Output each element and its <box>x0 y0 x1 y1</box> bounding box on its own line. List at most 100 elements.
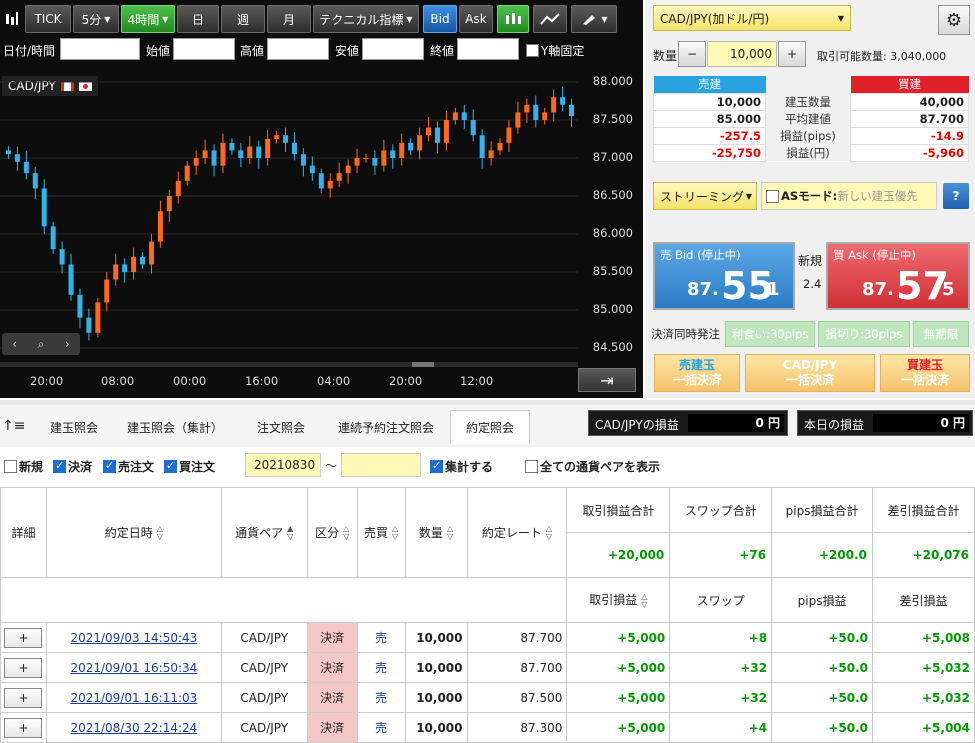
date-link[interactable]: 2021/08/30 22:14:24 <box>70 721 197 735</box>
sort-icon[interactable]: ▲ ▽ <box>287 525 293 541</box>
yaxis-fix-toggle[interactable]: Y軸固定 <box>526 42 584 59</box>
filter-all-pairs-checkbox[interactable] <box>525 460 538 473</box>
expand-button[interactable]: + <box>4 627 43 648</box>
chevron-right-icon[interactable]: › <box>65 337 70 351</box>
week-button[interactable]: 週 <box>221 5 265 33</box>
settings-gear-icon[interactable]: ⚙ <box>938 5 970 35</box>
tab-1[interactable]: 建玉照会 <box>36 410 112 444</box>
filter-settle-checkbox[interactable] <box>53 459 66 473</box>
col-pair[interactable]: 通貨ペア ▲ ▽ <box>220 487 308 578</box>
sort-icon[interactable]: △ ▽ <box>641 592 647 609</box>
help-icon[interactable]: ? <box>943 183 969 209</box>
sum-pips-value: +200.0 <box>771 532 874 578</box>
candle-icon[interactable] <box>2 5 22 33</box>
zoom-icon[interactable]: ⌕ <box>38 337 45 352</box>
filter-sell[interactable]: 売注文 <box>103 458 154 475</box>
date-to-input[interactable] <box>341 453 421 477</box>
filter-all-pairs[interactable]: 全ての通貨ペアを表示 <box>525 458 660 475</box>
qty-input[interactable]: 10,000 <box>707 41 777 67</box>
filter-new[interactable]: 新規 <box>4 458 43 475</box>
unlimited-button[interactable]: 無期限 <box>913 321 969 347</box>
candlestick-icon[interactable] <box>497 5 529 33</box>
chart-scrollbar[interactable] <box>0 362 578 367</box>
pair-pl-value: 0 円 <box>688 414 784 432</box>
candle <box>220 133 226 174</box>
filter-new-checkbox[interactable] <box>4 460 17 473</box>
col-rate[interactable]: 約定レート △ ▽ <box>466 487 568 578</box>
jump-latest-icon[interactable]: ⇥ <box>578 368 636 392</box>
tick-label: TICK <box>34 12 62 26</box>
as-mode-field[interactable]: ASモード: 新しい建玉優先 <box>761 182 937 210</box>
sell-settle-all-button[interactable]: 売建玉 一括決済 <box>654 354 740 392</box>
filter-aggregate-checkbox[interactable] <box>430 459 443 473</box>
filter-sell-checkbox[interactable] <box>103 459 116 473</box>
candle <box>443 110 449 151</box>
bid-price-panel[interactable]: 売 Bid (停止中) 87. 55 1 <box>653 242 795 310</box>
sort-list-icon[interactable]: ↑≡ <box>2 418 25 434</box>
qty-plus-button[interactable]: + <box>778 41 806 67</box>
candle <box>434 121 440 154</box>
col-qty-label: 数量 <box>418 525 443 540</box>
sort-icon[interactable]: △ ▽ <box>546 525 552 541</box>
sort-icon[interactable]: △ ▽ <box>343 525 349 541</box>
mode-select[interactable]: ストリーミング ▼ <box>653 182 757 210</box>
filter-aggregate[interactable]: 集計する <box>430 458 493 475</box>
candle <box>426 116 432 142</box>
h4-select[interactable]: 4時間 ▼ <box>121 5 175 33</box>
sort-icon[interactable]: △ ▽ <box>392 525 398 541</box>
expand-button[interactable]: + <box>4 717 43 738</box>
filter-buy[interactable]: 買注文 <box>164 458 215 475</box>
date-link[interactable]: 2021/09/01 16:50:34 <box>70 661 197 675</box>
pair-cell: CAD/JPY <box>220 652 308 683</box>
ask-button[interactable]: Ask <box>459 5 493 33</box>
sum-swap-header: スワップ合計 <box>669 487 773 533</box>
sort-icon[interactable]: △ ▽ <box>157 525 163 541</box>
candlestick-chart[interactable] <box>0 70 643 370</box>
pair-settle-all-button[interactable]: CAD/JPY 一括決済 <box>745 354 875 392</box>
expand-button[interactable]: + <box>4 687 43 708</box>
line-chart-icon[interactable] <box>533 5 567 33</box>
scroll-thumb[interactable] <box>412 362 434 367</box>
tab-2[interactable]: 建玉照会（集計） <box>118 410 232 444</box>
ask-label: 買 Ask (停止中) <box>833 248 916 262</box>
tab-3[interactable]: 注文照会 <box>243 410 319 444</box>
m5-select[interactable]: 5分 ▼ <box>73 5 119 33</box>
candle <box>256 140 262 169</box>
col-side[interactable]: 売買 △ ▽ <box>356 487 406 578</box>
pair-settle-line1: CAD/JPY <box>782 358 838 372</box>
stop-loss-button[interactable]: 損切り:30pips <box>818 321 910 347</box>
tab-4[interactable]: 連続予約注文照会 <box>327 410 445 444</box>
filter-buy-checkbox[interactable] <box>164 459 177 473</box>
sort-icon[interactable]: △ ▽ <box>447 525 453 541</box>
close-label: 終値 <box>430 44 455 58</box>
pair-select[interactable]: CAD/JPY(加ドル/円) ▼ <box>653 5 851 31</box>
filter-settle[interactable]: 決済 <box>53 458 92 475</box>
date-from-input[interactable]: 20210830 <box>245 453 321 477</box>
chevron-left-icon[interactable]: ‹ <box>12 337 17 351</box>
expand-button[interactable]: + <box>4 657 43 678</box>
col-date[interactable]: 約定日時 △ ▽ <box>45 487 222 578</box>
date-link[interactable]: 2021/09/03 14:50:43 <box>70 631 197 645</box>
qty-minus-button[interactable]: − <box>678 41 706 67</box>
indicator-select[interactable]: テクニカル指標 ▼ <box>313 5 419 33</box>
yaxis-fix-checkbox[interactable] <box>526 44 539 57</box>
day-button[interactable]: 日 <box>177 5 219 33</box>
buy-settle-all-button[interactable]: 買建玉 一括決済 <box>880 354 970 392</box>
ask-price-panel[interactable]: 買 Ask (停止中) 87. 57 5 <box>826 242 970 310</box>
side-cell: 売 <box>356 682 406 713</box>
candle <box>5 145 11 159</box>
col-kind[interactable]: 区分 △ ▽ <box>306 487 358 578</box>
month-button[interactable]: 月 <box>267 5 311 33</box>
tab-5[interactable]: 約定照会 <box>450 410 530 444</box>
col-qty[interactable]: 数量 △ ▽ <box>404 487 468 578</box>
executions-table: 詳細 約定日時 △ ▽ 通貨ペア ▲ ▽ 区分 △ ▽ 売買 △ ▽ 数量 △ ▽ 約定レート △ ▽ … <box>0 487 975 743</box>
candle <box>399 133 405 166</box>
tick-button[interactable]: TICK <box>25 5 71 33</box>
pl-cell: +5,000 <box>566 712 671 743</box>
take-profit-button[interactable]: 利食い:30pips <box>725 321 815 347</box>
bid-button[interactable]: Bid <box>423 5 457 33</box>
as-mode-checkbox[interactable] <box>766 189 779 203</box>
draw-tool-icon[interactable]: ▼ <box>571 5 617 33</box>
col-pl[interactable]: 取引損益 △ ▽ <box>566 577 671 623</box>
date-link[interactable]: 2021/09/01 16:11:03 <box>70 691 197 705</box>
